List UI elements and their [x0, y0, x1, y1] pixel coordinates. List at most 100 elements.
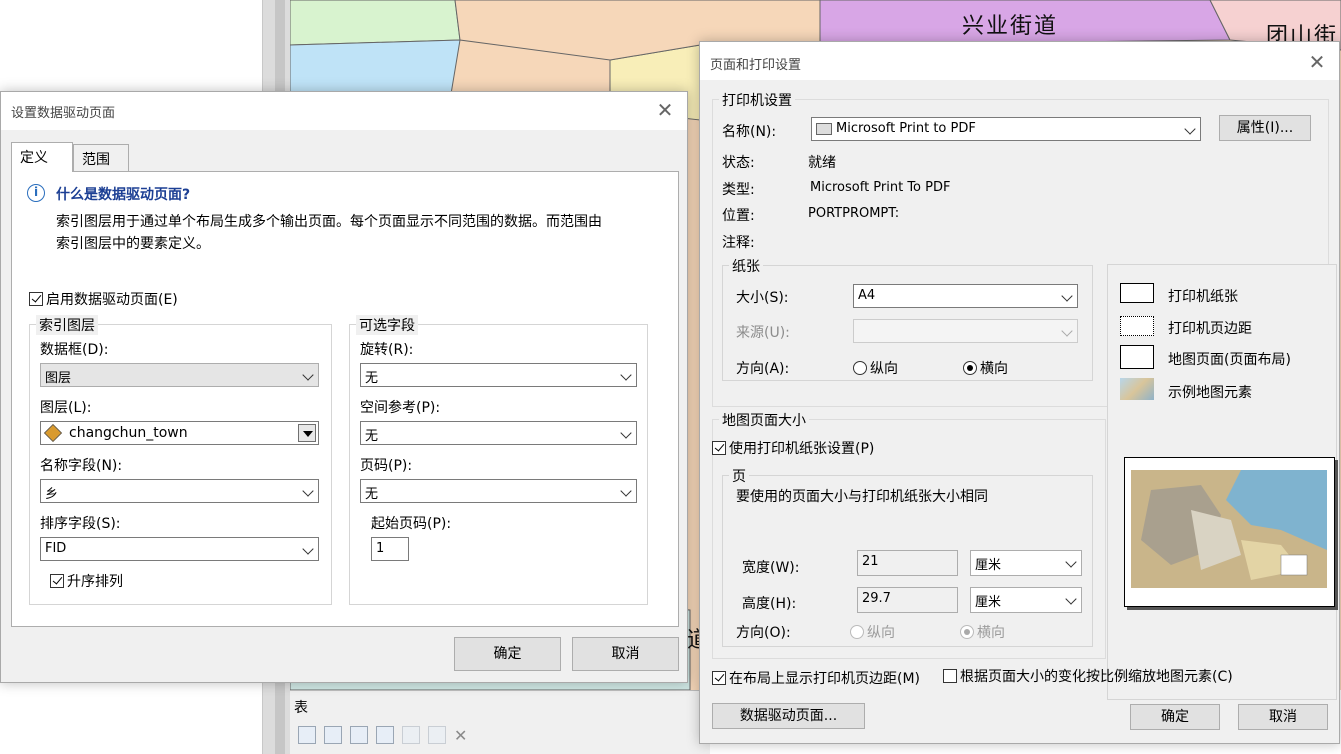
table-toolbar: ✕: [298, 721, 467, 749]
height-value: 29.7: [862, 591, 891, 606]
radio-icon[interactable]: [960, 625, 974, 639]
checkbox-icon[interactable]: [712, 441, 726, 455]
type-value: Microsoft Print To PDF: [810, 180, 951, 195]
chevron-down-icon: [302, 543, 314, 555]
chevron-down-icon: [1065, 556, 1077, 568]
paper-source-select[interactable]: [853, 319, 1078, 343]
close-icon[interactable]: ✕: [655, 98, 675, 122]
switch-selection-icon[interactable]: [376, 726, 394, 744]
start-page-value: 1: [376, 541, 385, 556]
enable-ddp-checkbox[interactable]: 启用数据驱动页面(E): [29, 289, 178, 309]
page-number-label: 页码(P):: [360, 458, 413, 474]
printer-properties-button[interactable]: 属性(I)...: [1219, 115, 1311, 141]
chevron-down-icon: [620, 427, 632, 439]
close-icon[interactable]: ✕: [1307, 50, 1327, 74]
paper-landscape-label: 横向: [980, 361, 1008, 377]
printer-paper-icon: [1120, 283, 1154, 303]
radio-icon[interactable]: [850, 625, 864, 639]
scale-elements-label: 根据页面大小的变化按比例缩放地图元素(C): [960, 669, 1233, 685]
radio-icon[interactable]: [853, 361, 867, 375]
checkbox-icon[interactable]: [29, 292, 43, 306]
data-frame-select[interactable]: 图层: [40, 363, 319, 387]
start-page-label: 起始页码(P):: [371, 516, 452, 532]
table-window-title: 表: [294, 700, 308, 716]
chevron-down-icon: [1184, 123, 1196, 135]
select-by-attributes-icon[interactable]: [350, 726, 368, 744]
printer-settings-title: 打印机设置: [719, 90, 795, 110]
rotation-value: 无: [365, 371, 379, 386]
sample-map-elements-icon: [1120, 378, 1154, 400]
rotation-label: 旋转(R):: [360, 342, 414, 358]
enable-ddp-label: 启用数据驱动页面(E): [46, 292, 178, 308]
layer-label: 图层(L):: [40, 400, 92, 416]
show-margins-checkbox[interactable]: 在布局上显示打印机页边距(M): [712, 668, 920, 688]
radio-icon[interactable]: [963, 361, 977, 375]
sort-field-select[interactable]: FID: [40, 537, 319, 561]
page-number-select[interactable]: 无: [360, 479, 637, 503]
ascending-label: 升序排列: [67, 574, 123, 590]
table-options-icon[interactable]: [298, 726, 316, 744]
width-input[interactable]: 21: [857, 550, 958, 576]
height-input[interactable]: 29.7: [857, 587, 958, 613]
paper-size-select[interactable]: A4: [853, 284, 1078, 308]
print-dialog-titlebar: 页面和打印设置 ✕: [700, 42, 1339, 80]
printer-name-label: 名称(N):: [722, 124, 777, 140]
name-field-select[interactable]: 乡: [40, 479, 319, 503]
cancel-button[interactable]: 取消: [1238, 704, 1328, 730]
ddp-dialog-title: 设置数据驱动页面: [11, 106, 116, 121]
layer-value: changchun_town: [69, 425, 188, 441]
data-driven-pages-button[interactable]: 数据驱动页面...: [712, 703, 865, 729]
name-field-label: 名称字段(N):: [40, 458, 123, 474]
status-label: 状态:: [722, 155, 755, 171]
checkbox-icon[interactable]: [712, 671, 726, 685]
width-label: 宽度(W):: [742, 560, 800, 576]
cancel-button[interactable]: 取消: [572, 637, 679, 671]
printer-name-value: Microsoft Print to PDF: [836, 121, 976, 136]
chevron-down-icon: [620, 485, 632, 497]
type-label: 类型:: [722, 182, 755, 198]
use-printer-paper-checkbox[interactable]: 使用打印机纸张设置(P): [712, 438, 874, 458]
height-label: 高度(H):: [742, 596, 797, 612]
page-preview: [1124, 457, 1335, 607]
ok-button[interactable]: 确定: [1130, 704, 1220, 730]
rotation-select[interactable]: 无: [360, 363, 637, 387]
scale-elements-checkbox[interactable]: 根据页面大小的变化按比例缩放地图元素(C): [943, 666, 1233, 686]
delete-selected-icon[interactable]: ✕: [454, 726, 467, 745]
paper-size-label: 大小(S):: [736, 290, 789, 306]
sort-field-label: 排序字段(S):: [40, 516, 121, 532]
layer-select[interactable]: changchun_town: [40, 421, 319, 445]
paper-group-title: 纸张: [729, 256, 763, 276]
clear-selection-icon[interactable]: [402, 726, 420, 744]
optional-fields-group: 可选字段 旋转(R): 无 空间参考(P): 无 页码(P): 无 起始页码(P…: [349, 315, 648, 605]
chevron-down-icon: [302, 369, 314, 381]
checkbox-icon[interactable]: [50, 574, 64, 588]
width-unit-value: 厘米: [975, 558, 1002, 573]
page-portrait-label: 纵向: [867, 625, 895, 641]
paper-size-value: A4: [858, 288, 876, 303]
location-label: 位置:: [722, 208, 755, 224]
related-tables-icon[interactable]: [324, 726, 342, 744]
tab-define[interactable]: 定义: [11, 142, 73, 172]
height-unit-select[interactable]: 厘米: [970, 587, 1082, 613]
checkbox-icon[interactable]: [943, 669, 957, 683]
width-unit-select[interactable]: 厘米: [970, 550, 1082, 576]
tab-extent[interactable]: 范围: [73, 144, 129, 172]
spatial-reference-select[interactable]: 无: [360, 421, 637, 445]
comment-label: 注释:: [722, 235, 755, 251]
chevron-down-icon: [620, 369, 632, 381]
zoom-to-selected-icon[interactable]: [428, 726, 446, 744]
printer-icon: [816, 123, 832, 135]
page-landscape-radio[interactable]: 横向: [960, 622, 1005, 642]
paper-portrait-radio[interactable]: 纵向: [853, 358, 898, 378]
ddp-dialog: 设置数据驱动页面 ✕ 定义 范围 i 什么是数据驱动页面? 索引图层用于通过单个…: [0, 91, 688, 683]
page-portrait-radio[interactable]: 纵向: [850, 622, 895, 642]
spatial-reference-value: 无: [365, 429, 379, 444]
table-window: 表 ✕: [290, 690, 710, 754]
ascending-checkbox[interactable]: 升序排列: [50, 571, 123, 591]
paper-landscape-radio[interactable]: 横向: [963, 358, 1008, 378]
chevron-down-icon: [1061, 325, 1073, 337]
start-page-input[interactable]: 1: [371, 537, 409, 561]
printer-name-select[interactable]: Microsoft Print to PDF: [811, 117, 1201, 141]
paper-source-label: 来源(U):: [736, 325, 790, 341]
ok-button[interactable]: 确定: [454, 637, 561, 671]
